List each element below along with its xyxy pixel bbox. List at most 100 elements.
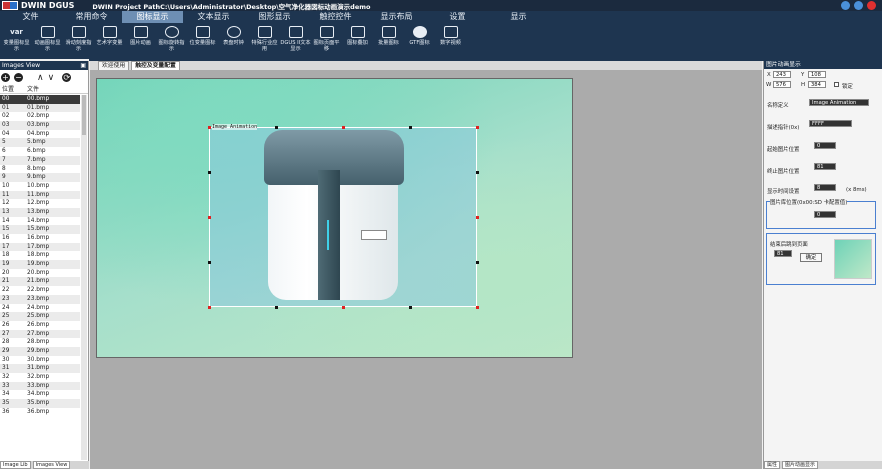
menu-item-7[interactable]: 设置 [427, 11, 488, 23]
menu-item-1[interactable]: 常用命令 [61, 11, 122, 23]
list-item[interactable]: 35 35.bmp [0, 399, 80, 408]
tab-properties[interactable]: 属性 [764, 461, 781, 469]
ribbon-button-14[interactable]: 数字视频 [435, 23, 466, 59]
resize-handle[interactable] [342, 126, 345, 129]
list-item[interactable]: 03 03.bmp [0, 121, 80, 130]
resize-handle[interactable] [476, 261, 479, 264]
close-icon[interactable] [867, 1, 876, 10]
resize-handle[interactable] [208, 171, 211, 174]
move-down-icon[interactable]: ∨ [48, 73, 55, 83]
list-item[interactable]: 17 17.bmp [0, 242, 80, 252]
resize-handle[interactable] [275, 126, 278, 129]
list-item[interactable]: 04 04.bmp [0, 130, 80, 139]
storage-input[interactable]: 0 [814, 211, 836, 218]
add-image-icon[interactable]: + [1, 73, 10, 82]
ribbon-button-11[interactable]: 图标叠加 [342, 23, 373, 59]
list-item[interactable]: 32 32.bmp [0, 373, 80, 382]
resize-handle[interactable] [208, 261, 211, 264]
list-item[interactable]: 19 19.bmp [0, 260, 80, 269]
list-item[interactable]: 12 12.bmp [0, 199, 80, 208]
list-item[interactable]: 29 29.bmp [0, 346, 80, 356]
ribbon-button-3[interactable]: 艺术字变量 [94, 23, 125, 59]
tab-touch-config[interactable]: 触控及变量配置 [131, 61, 180, 70]
resize-handle[interactable] [208, 126, 211, 129]
h-input[interactable]: 384 [808, 81, 826, 88]
list-item[interactable]: 13 13.bmp [0, 207, 80, 217]
list-item[interactable]: 28 28.bmp [0, 338, 80, 347]
x-input[interactable]: 243 [773, 71, 791, 78]
resize-handle[interactable] [342, 306, 345, 309]
ribbon-button-9[interactable]: DGUS II文本显示 [280, 23, 311, 59]
tab-welcome[interactable]: 欢迎使用 [98, 61, 130, 70]
images-scrollbar[interactable] [81, 95, 87, 460]
tab-images-view[interactable]: Images View [32, 461, 71, 469]
list-item[interactable]: 30 30.bmp [0, 356, 80, 365]
list-item[interactable]: 00 00.bmp [0, 95, 80, 104]
move-up-icon[interactable]: ∧ [37, 73, 44, 83]
ribbon-button-4[interactable]: 图片动画 [125, 23, 156, 59]
list-item[interactable]: 5 5.bmp [0, 138, 80, 148]
list-item[interactable]: 20 20.bmp [0, 269, 80, 278]
resize-handle[interactable] [476, 171, 479, 174]
list-item[interactable]: 26 26.bmp [0, 321, 80, 330]
lock-checkbox[interactable] [834, 82, 839, 87]
tab-image-animation[interactable]: 图片动画显示 [782, 461, 819, 469]
list-item[interactable]: 02 02.bmp [0, 112, 80, 121]
ribbon-button-7[interactable]: 表盘时钟 [218, 23, 249, 59]
image-animation-widget[interactable]: Image Animation [208, 124, 479, 309]
resize-handle[interactable] [476, 126, 479, 129]
list-item[interactable]: 15 15.bmp [0, 225, 80, 234]
ribbon-button-10[interactable]: 图标页面平移 [311, 23, 342, 59]
list-item[interactable]: 24 24.bmp [0, 304, 80, 313]
ribbon-button-13[interactable]: GTF图标 [404, 23, 435, 59]
maximize-icon[interactable] [854, 1, 863, 10]
end-input[interactable]: 81 [814, 163, 836, 170]
col-position[interactable]: 位置 [0, 85, 27, 93]
resize-handle[interactable] [409, 306, 412, 309]
menu-item-5[interactable]: 触控控件 [305, 11, 366, 23]
menu-item-3[interactable]: 文本显示 [183, 11, 244, 23]
ribbon-button-5[interactable]: 图标旋转指示 [156, 23, 187, 59]
confirm-button[interactable]: 确定 [800, 253, 822, 262]
list-item[interactable]: 34 34.bmp [0, 390, 80, 399]
y-input[interactable]: 108 [808, 71, 826, 78]
desc-input[interactable]: FFFF [809, 120, 852, 127]
minimize-icon[interactable] [841, 1, 850, 10]
interval-input[interactable]: 8 [814, 184, 836, 191]
resize-handle[interactable] [409, 126, 412, 129]
refresh-icon[interactable]: ⟳ [62, 73, 72, 82]
resize-handle[interactable] [275, 306, 278, 309]
resize-handle[interactable] [208, 216, 211, 219]
list-item[interactable]: 25 25.bmp [0, 312, 80, 321]
remove-image-icon[interactable]: − [14, 73, 23, 82]
resize-handle[interactable] [476, 306, 479, 309]
menu-item-8[interactable]: 显示 [488, 11, 549, 23]
ribbon-button-8[interactable]: 特殊行业应用 [249, 23, 280, 59]
list-item[interactable]: 21 21.bmp [0, 277, 80, 287]
list-item[interactable]: 23 23.bmp [0, 294, 80, 304]
list-item[interactable]: 11 11.bmp [0, 190, 80, 200]
ribbon-button-12[interactable]: 批量图标 [373, 23, 404, 59]
ribbon-button-1[interactable]: 动画图标显示 [32, 23, 63, 59]
resize-handle[interactable] [208, 306, 211, 309]
page-preview-thumbnail[interactable] [834, 239, 872, 279]
resize-handle[interactable] [476, 216, 479, 219]
list-item[interactable]: 33 33.bmp [0, 381, 80, 391]
col-file[interactable]: 文件 [27, 85, 39, 93]
menu-item-6[interactable]: 显示布局 [366, 11, 427, 23]
menu-item-0[interactable]: 文件 [0, 11, 61, 23]
ribbon-button-0[interactable]: var 变量图标显示 [1, 23, 32, 59]
list-item[interactable]: 14 14.bmp [0, 217, 80, 226]
menu-item-4[interactable]: 图形显示 [244, 11, 305, 23]
menu-item-2[interactable]: 图标显示 [122, 11, 183, 23]
list-item[interactable]: 36 36.bmp [0, 408, 80, 417]
ribbon-button-2[interactable]: 滑动刻度指示 [63, 23, 94, 59]
list-item[interactable]: 31 31.bmp [0, 364, 80, 373]
list-item[interactable]: 22 22.bmp [0, 286, 80, 295]
ribbon-button-6[interactable]: 位变量图标 [187, 23, 218, 59]
list-item[interactable]: 27 27.bmp [0, 329, 80, 339]
list-item[interactable]: 16 16.bmp [0, 234, 80, 243]
page-canvas[interactable]: Image Animation [96, 78, 573, 358]
name-input[interactable]: Image Animation [809, 99, 869, 106]
tab-image-lib[interactable]: Image Lib [0, 461, 31, 469]
